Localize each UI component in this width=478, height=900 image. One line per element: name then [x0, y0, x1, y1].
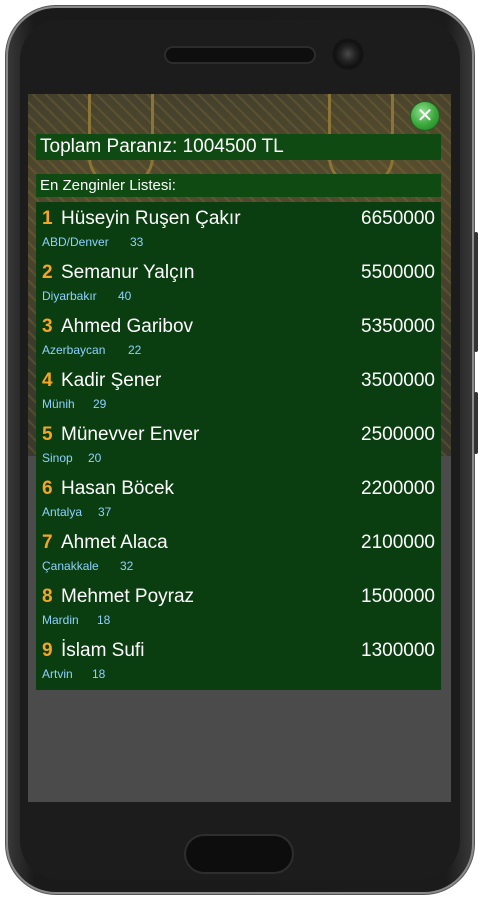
- person-age: 37: [98, 505, 112, 519]
- list-item: 2 Semanur Yalçın 5500000 Diyarbakır 40: [36, 256, 441, 310]
- person-name: Münevver Enver: [61, 424, 200, 445]
- volume-button: [474, 232, 478, 352]
- person-name: Kadir Şener: [61, 370, 162, 391]
- person-age: 29: [93, 397, 107, 411]
- person-city: Antalya: [42, 505, 83, 519]
- total-money-bar: Toplam Paranız: 1004500 TL: [36, 134, 441, 160]
- earpiece-speaker: [166, 48, 314, 62]
- person-name: Mehmet Poyraz: [61, 586, 195, 607]
- list-item: 5 Münevver Enver 2500000 Sinop 20: [36, 418, 441, 472]
- wealth-amount: 3500000: [361, 370, 435, 391]
- list-title-bar: En Zenginler Listesi:: [36, 174, 441, 197]
- person-age: 20: [88, 451, 102, 465]
- list-item: 8 Mehmet Poyraz 1500000 Mardin 18: [36, 580, 441, 634]
- rank-number: 6: [42, 478, 53, 499]
- person-city: Sinop: [42, 451, 73, 465]
- wealth-amount: 1500000: [361, 586, 435, 607]
- close-button[interactable]: ✕: [411, 102, 439, 130]
- wealth-amount: 5350000: [361, 316, 435, 337]
- person-city: Çanakkale: [42, 559, 99, 573]
- app-screen: ✕ Toplam Paranız: 1004500 TL En Zenginle…: [28, 94, 451, 802]
- wealth-amount: 1300000: [361, 640, 435, 661]
- person-age: 40: [118, 289, 132, 303]
- close-icon: ✕: [416, 105, 434, 127]
- list-title: En Zenginler Listesi:: [40, 177, 176, 194]
- person-city: Diyarbakır: [42, 289, 97, 303]
- person-name: İslam Sufi: [61, 640, 145, 661]
- richest-list: 1 Hüseyin Ruşen Çakır 6650000 ABD/Denver…: [36, 202, 441, 690]
- rank-number: 2: [42, 262, 53, 283]
- rank-number: 8: [42, 586, 53, 607]
- home-button[interactable]: [186, 836, 292, 872]
- person-age: 18: [92, 667, 106, 681]
- wealth-amount: 6650000: [361, 208, 435, 229]
- rank-number: 9: [42, 640, 53, 661]
- rank-number: 1: [42, 208, 53, 229]
- power-button: [474, 392, 478, 454]
- front-camera: [332, 38, 364, 70]
- wealth-amount: 5500000: [361, 262, 435, 283]
- wealth-amount: 2200000: [361, 478, 435, 499]
- list-item: 3 Ahmed Garibov 5350000 Azerbaycan 22: [36, 310, 441, 364]
- person-city: Artvin: [42, 667, 73, 681]
- person-name: Hasan Böcek: [61, 478, 175, 499]
- person-age: 33: [130, 235, 144, 249]
- person-age: 32: [120, 559, 134, 573]
- rank-number: 3: [42, 316, 53, 337]
- wealth-amount: 2100000: [361, 532, 435, 553]
- person-name: Semanur Yalçın: [61, 262, 195, 283]
- person-city: Münih: [42, 397, 75, 411]
- person-age: 18: [97, 613, 111, 627]
- list-item: 4 Kadir Şener 3500000 Münih 29: [36, 364, 441, 418]
- total-money-label: Toplam Paranız: 1004500 TL: [40, 136, 284, 157]
- person-city: ABD/Denver: [42, 235, 109, 249]
- rank-number: 4: [42, 370, 53, 391]
- list-item: 6 Hasan Böcek 2200000 Antalya 37: [36, 472, 441, 526]
- person-age: 22: [128, 343, 142, 357]
- person-name: Hüseyin Ruşen Çakır: [61, 208, 241, 229]
- person-name: Ahmed Garibov: [61, 316, 194, 337]
- person-name: Ahmet Alaca: [61, 532, 168, 553]
- rank-number: 5: [42, 424, 53, 445]
- rank-number: 7: [42, 532, 53, 553]
- list-item: 1 Hüseyin Ruşen Çakır 6650000 ABD/Denver…: [36, 202, 441, 256]
- list-item: 7 Ahmet Alaca 2100000 Çanakkale 32: [36, 526, 441, 580]
- wealth-amount: 2500000: [361, 424, 435, 445]
- person-city: Mardin: [42, 613, 79, 627]
- list-item: 9 İslam Sufi 1300000 Artvin 18: [36, 634, 441, 688]
- person-city: Azerbaycan: [42, 343, 106, 357]
